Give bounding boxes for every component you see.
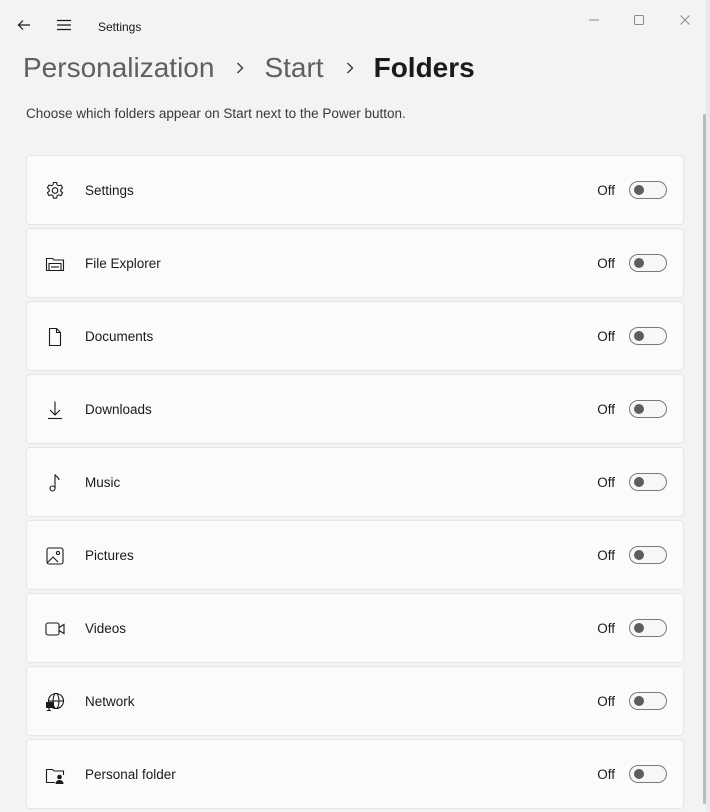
row-label: Documents: [85, 329, 154, 344]
document-icon: [44, 326, 66, 348]
downloads-toggle[interactable]: [629, 400, 667, 418]
toggle-knob: [634, 550, 644, 560]
videos-toggle[interactable]: [629, 619, 667, 637]
download-icon: [44, 399, 66, 421]
folder-row-music: Music Off: [26, 447, 684, 517]
documents-toggle[interactable]: [629, 327, 667, 345]
folder-row-file-explorer: File Explorer Off: [26, 228, 684, 298]
maximize-icon[interactable]: [616, 8, 662, 32]
hamburger-menu-icon[interactable]: [53, 14, 75, 36]
folder-list: Settings Off File Explorer Off Documents…: [26, 155, 684, 812]
file-explorer-toggle[interactable]: [629, 254, 667, 272]
breadcrumb-folders: Folders: [373, 52, 475, 83]
folder-row-network: Network Off: [26, 666, 684, 736]
toggle-knob: [634, 404, 644, 414]
breadcrumb-personalization[interactable]: Personalization: [23, 52, 214, 84]
row-label: Settings: [85, 183, 134, 198]
breadcrumb: Personalization Start Folders: [23, 50, 475, 86]
music-note-icon: [44, 472, 66, 494]
close-icon[interactable]: [662, 8, 708, 32]
row-label: Personal folder: [85, 767, 176, 782]
picture-icon: [44, 545, 66, 567]
folder-row-personal-folder: Personal folder Off: [26, 739, 684, 809]
toggle-state-text: Off: [597, 475, 615, 490]
chevron-right-icon: [230, 58, 250, 78]
music-toggle[interactable]: [629, 473, 667, 491]
window-edge: [706, 0, 710, 811]
title-bar: Settings: [0, 0, 706, 48]
folder-row-documents: Documents Off: [26, 301, 684, 371]
breadcrumb-start[interactable]: Start: [264, 52, 323, 84]
toggle-knob: [634, 477, 644, 487]
toggle-state-text: Off: [597, 183, 615, 198]
toggle-state-text: Off: [597, 767, 615, 782]
row-label: Network: [85, 694, 135, 709]
minimize-icon[interactable]: [571, 8, 617, 32]
row-label: File Explorer: [85, 256, 161, 271]
row-label: Music: [85, 475, 121, 490]
settings-toggle[interactable]: [629, 181, 667, 199]
personal-folder-icon: [44, 764, 66, 786]
toggle-knob: [634, 696, 644, 706]
gear-icon: [44, 180, 66, 202]
chevron-right-icon: [340, 58, 360, 78]
toggle-knob: [634, 258, 644, 268]
toggle-knob: [634, 331, 644, 341]
network-toggle[interactable]: [629, 692, 667, 710]
folder-row-settings: Settings Off: [26, 155, 684, 225]
toggle-state-text: Off: [597, 621, 615, 636]
app-title: Settings: [98, 20, 142, 34]
row-label: Videos: [85, 621, 127, 636]
toggle-state-text: Off: [597, 329, 615, 344]
folder-row-pictures: Pictures Off: [26, 520, 684, 590]
network-globe-icon: [44, 691, 66, 713]
toggle-knob: [634, 769, 644, 779]
row-label: Downloads: [85, 402, 152, 417]
personal-folder-toggle[interactable]: [629, 765, 667, 783]
toggle-state-text: Off: [597, 694, 615, 709]
pictures-toggle[interactable]: [629, 546, 667, 564]
video-camera-icon: [44, 618, 66, 640]
folder-row-videos: Videos Off: [26, 593, 684, 663]
toggle-state-text: Off: [597, 548, 615, 563]
folder-icon: [44, 253, 66, 275]
row-label: Pictures: [85, 548, 134, 563]
toggle-knob: [634, 623, 644, 633]
page-description: Choose which folders appear on Start nex…: [26, 106, 406, 121]
toggle-state-text: Off: [597, 256, 615, 271]
folder-row-downloads: Downloads Off: [26, 374, 684, 444]
settings-window: Settings Personalization Start Folders C…: [0, 0, 707, 811]
toggle-knob: [634, 185, 644, 195]
toggle-state-text: Off: [597, 402, 615, 417]
back-arrow-icon[interactable]: [13, 14, 35, 36]
